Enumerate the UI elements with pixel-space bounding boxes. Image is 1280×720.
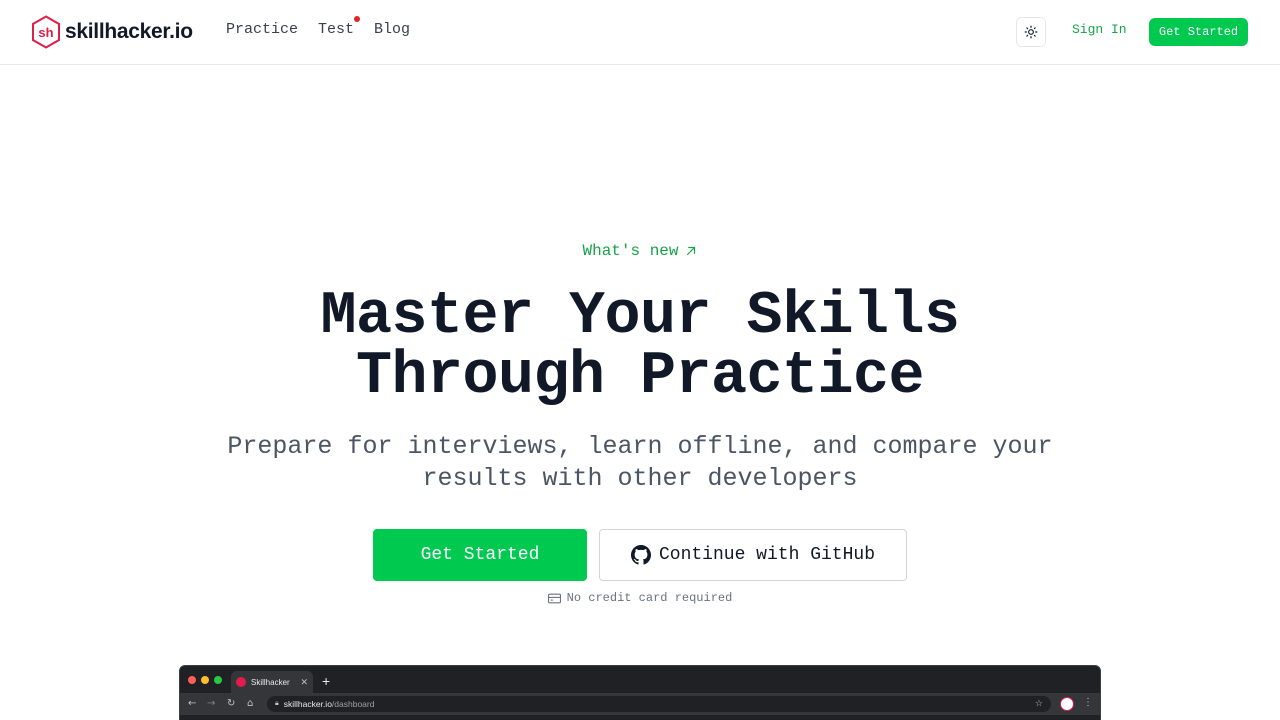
browser-preview: Skillhacker ✕ + ← → ↻ ⌂ 🔒︎ skillhacker.i… <box>179 665 1101 720</box>
maximize-dot <box>214 676 222 684</box>
hero-title: Master Your Skills Through Practice <box>0 287 1280 407</box>
tab-title: Skillhacker <box>251 677 290 687</box>
no-card-note: No credit card required <box>0 591 1280 608</box>
logo-text: skillhacker.io <box>65 20 193 43</box>
nav-test-label: Test <box>318 21 355 38</box>
bookmark-star-icon: ☆ <box>1034 698 1043 708</box>
sun-icon <box>1024 25 1038 39</box>
site-header: sh skillhacker.io Practice Test Blog Sig… <box>0 0 1280 65</box>
profile-avatar <box>1060 697 1074 711</box>
url-text: skillhacker.io/dashboard <box>284 699 375 709</box>
browser-toolbar: ← → ↻ ⌂ 🔒︎ skillhacker.io/dashboard ☆ ⋮ <box>180 693 1100 715</box>
back-icon: ← <box>188 698 197 709</box>
main-nav: Practice Test Blog <box>226 16 410 38</box>
header-get-started-button[interactable]: Get Started <box>1149 18 1248 46</box>
browser-menu-icon: ⋮ <box>1083 698 1093 709</box>
svg-text:sh: sh <box>38 25 53 40</box>
hero-subtitle: Prepare for interviews, learn offline, a… <box>0 431 1280 495</box>
lock-icon: 🔒︎ <box>275 700 279 707</box>
tab-favicon-icon <box>236 677 246 687</box>
forward-icon: → <box>207 698 216 709</box>
whats-new-link[interactable]: What's new <box>582 242 697 260</box>
minimize-dot <box>201 676 209 684</box>
whats-new-label: What's new <box>582 242 679 260</box>
no-card-text: No credit card required <box>566 591 733 605</box>
hero-get-started-button[interactable]: Get Started <box>373 529 587 581</box>
address-bar: 🔒︎ skillhacker.io/dashboard ☆ <box>267 696 1051 712</box>
logo-link[interactable]: sh skillhacker.io <box>31 15 193 49</box>
nav-blog[interactable]: Blog <box>374 21 410 38</box>
sign-in-link[interactable]: Sign In <box>1072 22 1127 37</box>
whats-new-container: What's new <box>0 242 1280 260</box>
nav-practice[interactable]: Practice <box>226 21 298 38</box>
hero-title-line-1: Master Your Skills <box>320 283 960 351</box>
no-card-content: No credit card required <box>547 591 733 605</box>
nav-test[interactable]: Test <box>318 16 361 38</box>
tab-close-icon: ✕ <box>300 676 308 687</box>
hero-title-line-2: Through Practice <box>355 343 925 411</box>
browser-tab: Skillhacker ✕ <box>231 671 313 693</box>
hero-subtitle-line-1: Prepare for interviews, learn offline, a… <box>227 432 1053 461</box>
url-path: /dashboard <box>331 699 375 709</box>
reload-icon: ↻ <box>227 698 236 709</box>
arrow-up-right-icon <box>686 246 695 256</box>
logo-mark-icon: sh <box>32 15 60 49</box>
url-host: skillhacker.io <box>283 699 332 709</box>
home-icon: ⌂ <box>247 698 254 709</box>
credit-card-icon <box>547 593 561 603</box>
continue-with-github-button[interactable]: Continue with GitHub <box>599 529 907 581</box>
theme-toggle-button[interactable] <box>1016 17 1046 47</box>
github-icon <box>630 545 651 565</box>
github-button-label: Continue with GitHub <box>658 545 876 565</box>
hero-subtitle-line-2: results with other developers <box>422 464 858 493</box>
close-dot <box>188 676 196 684</box>
notification-dot <box>354 16 361 22</box>
new-tab-icon: + <box>322 673 331 689</box>
